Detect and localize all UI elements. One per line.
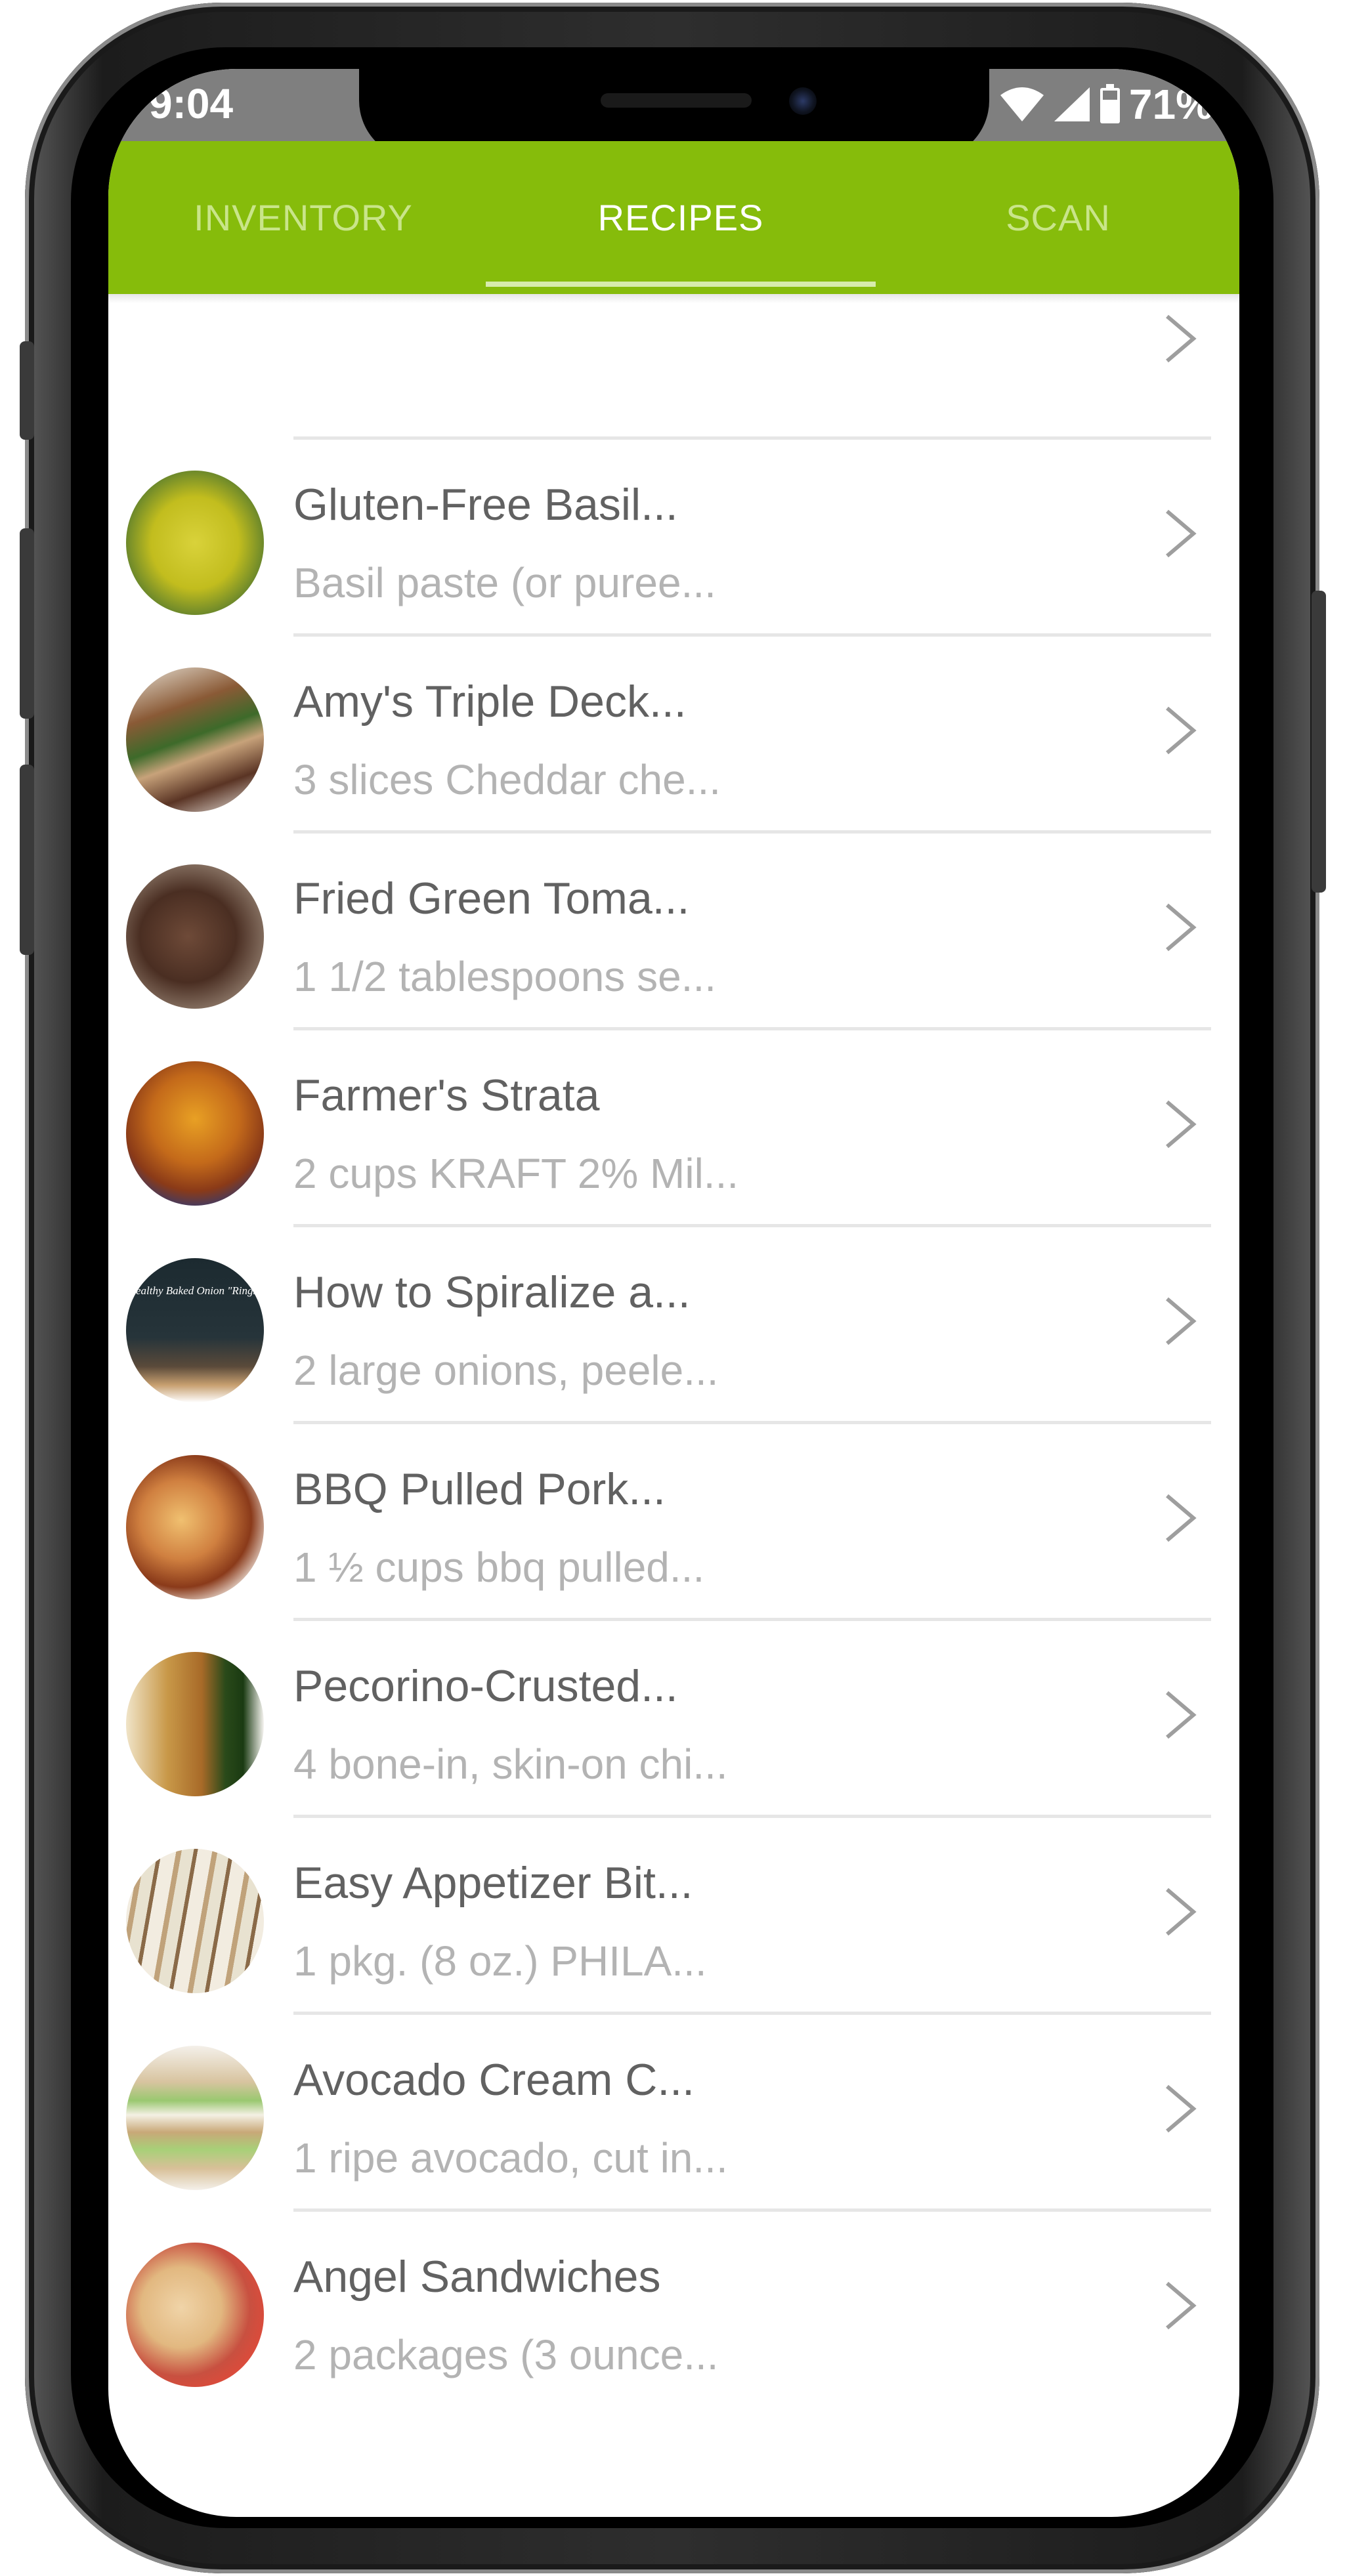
list-item[interactable]: Gluten-Free Basil... Basil paste (or pur… bbox=[108, 440, 1239, 637]
recipe-ingredients: 1 pkg. (8 oz.) PHILA... bbox=[293, 1937, 707, 1985]
recipe-title: Pecorino-Crusted... bbox=[293, 1661, 678, 1711]
recipe-ingredients: 2 cups KRAFT 2% Mil... bbox=[293, 1150, 739, 1197]
recipe-title: Amy's Triple Deck... bbox=[293, 677, 687, 727]
chevron-right-icon bbox=[1166, 1100, 1197, 1149]
status-time: 9:04 bbox=[149, 80, 234, 127]
thumbnail-overlay-text: Healthy Baked Onion "Rings" bbox=[127, 1284, 263, 1297]
list-item[interactable]: Fried Green Toma... 1 1/2 tablespoons se… bbox=[108, 834, 1239, 1030]
list-item[interactable]: Pecorino-Crusted... 4 bone-in, skin-on c… bbox=[108, 1621, 1239, 1818]
speaker-grille bbox=[601, 93, 752, 108]
battery-percent: 71% bbox=[1128, 81, 1213, 128]
list-item[interactable]: Farmer's Strata 2 cups KRAFT 2% Mil... bbox=[108, 1030, 1239, 1227]
recipe-thumbnail bbox=[126, 2046, 264, 2190]
list-item[interactable] bbox=[108, 245, 1239, 442]
recipe-title: Avocado Cream C... bbox=[293, 2055, 695, 2105]
list-item[interactable]: Healthy Baked Onion "Rings" How to Spira… bbox=[108, 1227, 1239, 1424]
recipe-title: Farmer's Strata bbox=[293, 1070, 600, 1120]
recipe-title: Gluten-Free Basil... bbox=[293, 480, 678, 530]
recipe-title: Fried Green Toma... bbox=[293, 874, 690, 923]
recipe-title: Angel Sandwiches bbox=[293, 2252, 661, 2302]
list-item[interactable]: BBQ Pulled Pork... 1 ½ cups bbq pulled..… bbox=[108, 1424, 1239, 1621]
chevron-right-icon bbox=[1166, 706, 1197, 755]
recipe-ingredients: 1 ripe avocado, cut in... bbox=[293, 2134, 728, 2182]
chevron-right-icon bbox=[1166, 509, 1197, 558]
volume-up-button bbox=[20, 528, 34, 719]
list-item[interactable]: Avocado Cream C... 1 ripe avocado, cut i… bbox=[108, 2015, 1239, 2212]
list-item[interactable]: Angel Sandwiches 2 packages (3 ounce... bbox=[108, 2212, 1239, 2409]
battery-icon bbox=[1100, 84, 1120, 123]
recipe-thumbnail bbox=[126, 1652, 264, 1796]
power-button bbox=[1312, 591, 1326, 893]
recipe-thumbnail bbox=[126, 864, 264, 1009]
wifi-icon bbox=[1000, 87, 1044, 121]
recipe-thumbnail bbox=[126, 667, 264, 812]
recipe-thumbnail bbox=[126, 2243, 264, 2387]
chevron-right-icon bbox=[1166, 1297, 1197, 1345]
chevron-right-icon bbox=[1166, 314, 1197, 363]
recipe-thumbnail bbox=[126, 1061, 264, 1206]
tab-bar-shadow bbox=[108, 294, 1239, 303]
front-camera bbox=[789, 87, 817, 115]
recipe-thumbnail bbox=[126, 1455, 264, 1599]
recipe-ingredients: 3 slices Cheddar che... bbox=[293, 756, 721, 803]
signal-icon bbox=[1054, 87, 1090, 121]
recipe-thumbnail bbox=[126, 1849, 264, 1993]
recipe-title: How to Spiralize a... bbox=[293, 1267, 691, 1317]
recipe-ingredients: Basil paste (or puree... bbox=[293, 559, 716, 606]
mute-switch bbox=[20, 341, 34, 440]
chevron-right-icon bbox=[1166, 2281, 1197, 2330]
chevron-right-icon bbox=[1166, 1494, 1197, 1542]
recipe-ingredients: 1 1/2 tablespoons se... bbox=[293, 953, 716, 1000]
recipe-thumbnail: Healthy Baked Onion "Rings" bbox=[126, 1258, 264, 1403]
list-item[interactable]: Easy Appetizer Bit... 1 pkg. (8 oz.) PHI… bbox=[108, 1818, 1239, 2015]
chevron-right-icon bbox=[1166, 1691, 1197, 1739]
recipe-title: BBQ Pulled Pork... bbox=[293, 1464, 666, 1514]
recipe-ingredients: 4 bone-in, skin-on chi... bbox=[293, 1741, 728, 1788]
screen: 9:04 71% INVENTORY RECIPES SCAN Gluten-F… bbox=[108, 69, 1239, 2517]
recipe-title: Easy Appetizer Bit... bbox=[293, 1858, 693, 1908]
chevron-right-icon bbox=[1166, 903, 1197, 952]
volume-down-button bbox=[20, 765, 34, 955]
recipe-thumbnail bbox=[126, 471, 264, 615]
status-icons: 71% bbox=[999, 78, 1213, 131]
recipe-ingredients: 2 large onions, peele... bbox=[293, 1347, 719, 1394]
chevron-right-icon bbox=[1166, 1888, 1197, 1936]
list-item[interactable]: Amy's Triple Deck... 3 slices Cheddar ch… bbox=[108, 637, 1239, 834]
chevron-right-icon bbox=[1166, 2084, 1197, 2133]
recipe-ingredients: 2 packages (3 ounce... bbox=[293, 2331, 719, 2378]
recipe-ingredients: 1 ½ cups bbq pulled... bbox=[293, 1544, 705, 1591]
